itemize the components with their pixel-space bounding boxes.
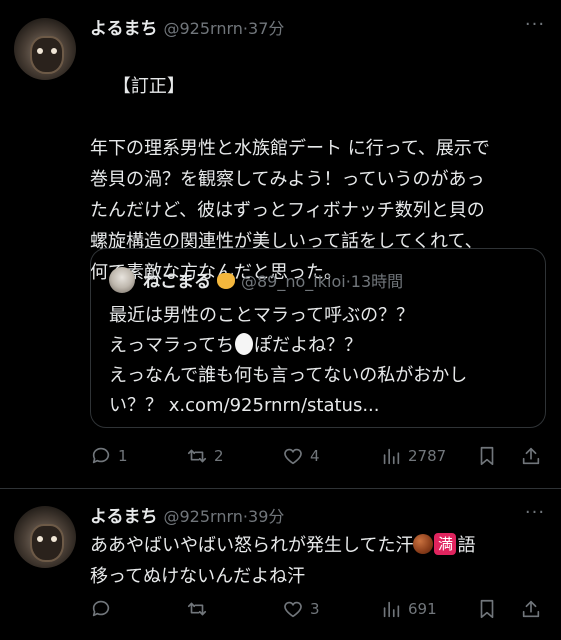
bookmark-icon (480, 599, 494, 619)
reply-button[interactable] (90, 594, 118, 624)
like-button[interactable]: 4 (282, 441, 320, 471)
more-icon[interactable]: ··· (523, 16, 547, 38)
tweet-divider (0, 488, 561, 489)
bookmark-icon (480, 446, 494, 466)
user-handle[interactable]: @925rnrn (164, 19, 243, 38)
action-bar: 3 691 (90, 594, 550, 624)
share-button[interactable] (520, 441, 542, 471)
timestamp[interactable]: 37分 (248, 15, 284, 39)
quote-line: えっマラってち (109, 335, 235, 356)
timestamp[interactable]: 39分 (248, 503, 284, 527)
like-count: 4 (310, 447, 320, 465)
avatar[interactable] (14, 18, 76, 80)
action-bar: 1 2 4 2787 (90, 441, 550, 471)
display-name[interactable]: よるまち (90, 14, 158, 39)
views-icon (383, 601, 400, 618)
bookmark-button[interactable] (476, 441, 498, 471)
views-button[interactable]: 2787 (380, 441, 446, 471)
views-button[interactable]: 691 (380, 594, 437, 624)
quote-avatar[interactable] (109, 267, 135, 293)
like-button[interactable]: 3 (282, 594, 320, 624)
like-icon (284, 601, 302, 618)
censor-mark-icon (235, 333, 254, 355)
full-emoji-icon: 満 (434, 533, 457, 555)
quote-line: ぽだよね？？ (254, 335, 363, 356)
user-handle[interactable]: @925rnrn (164, 507, 243, 526)
tweet-header: よるまち @925rnrn · 37分 (90, 14, 284, 39)
quote-timestamp: 13時間 (350, 272, 404, 291)
cat-emoji-icon (217, 273, 235, 289)
tweet-header: よるまち @925rnrn · 39分 (90, 502, 284, 527)
retweet-icon (187, 449, 207, 463)
tweet[interactable]: よるまち @925rnrn · 39分 ··· ああやばいやばい怒られが発生してた汗… (0, 490, 561, 640)
share-icon (522, 447, 540, 465)
tweet-text-content: 語 (457, 535, 476, 556)
like-count: 3 (310, 600, 320, 618)
quote-line: えっなんで誰も何も言ってないの私がおかし (109, 365, 468, 386)
quote-text: 最近は男性のことマラって呼ぶの？？ えっマラってち ぽだよね？？ えっなんで誰も何… (109, 301, 529, 421)
quote-display-name: ねこまる (143, 272, 211, 292)
retweet-icon (187, 602, 207, 616)
avatar[interactable] (14, 506, 76, 568)
bookmark-button[interactable] (476, 594, 498, 624)
more-icon[interactable]: ··· (523, 504, 547, 526)
like-icon (284, 448, 302, 465)
views-icon (383, 448, 400, 465)
retweet-button[interactable] (186, 594, 214, 624)
views-count: 691 (408, 600, 437, 618)
quote-handle: @89_no_ikioi (241, 272, 346, 291)
reply-count: 1 (118, 447, 128, 465)
share-button[interactable] (520, 594, 542, 624)
tweet-text-content: ああやばいやばい怒られが発生してた汗 (90, 535, 414, 556)
share-icon (522, 600, 540, 618)
retweet-button[interactable]: 2 (186, 441, 224, 471)
tweet[interactable]: よるまち @925rnrn · 37分 ··· 【訂正】 年下の理系男性と水族館デー… (0, 0, 561, 488)
tweet-text: ああやばいやばい怒られが発生してた汗満語 移ってぬけないんだよね汗 (90, 530, 546, 592)
quote-line: 最近は男性のことマラって呼ぶの？？ (109, 305, 415, 326)
reply-icon (92, 600, 110, 617)
chestnut-emoji-icon (413, 534, 434, 554)
quote-header: ねこまる @89_no_ikioi · 13時間 (143, 267, 403, 292)
quoted-tweet[interactable]: ねこまる @89_no_ikioi · 13時間 最近は男性のことマラって呼ぶの？？… (90, 248, 546, 428)
quote-line: い？？ x.com/925rnrn/status... (109, 395, 380, 416)
reply-button[interactable]: 1 (90, 441, 128, 471)
views-count: 2787 (408, 447, 447, 465)
reply-icon (92, 447, 110, 464)
tweet-text-content: 移ってぬけないんだよね汗 (90, 566, 306, 587)
retweet-count: 2 (214, 447, 224, 465)
display-name[interactable]: よるまち (90, 502, 158, 527)
